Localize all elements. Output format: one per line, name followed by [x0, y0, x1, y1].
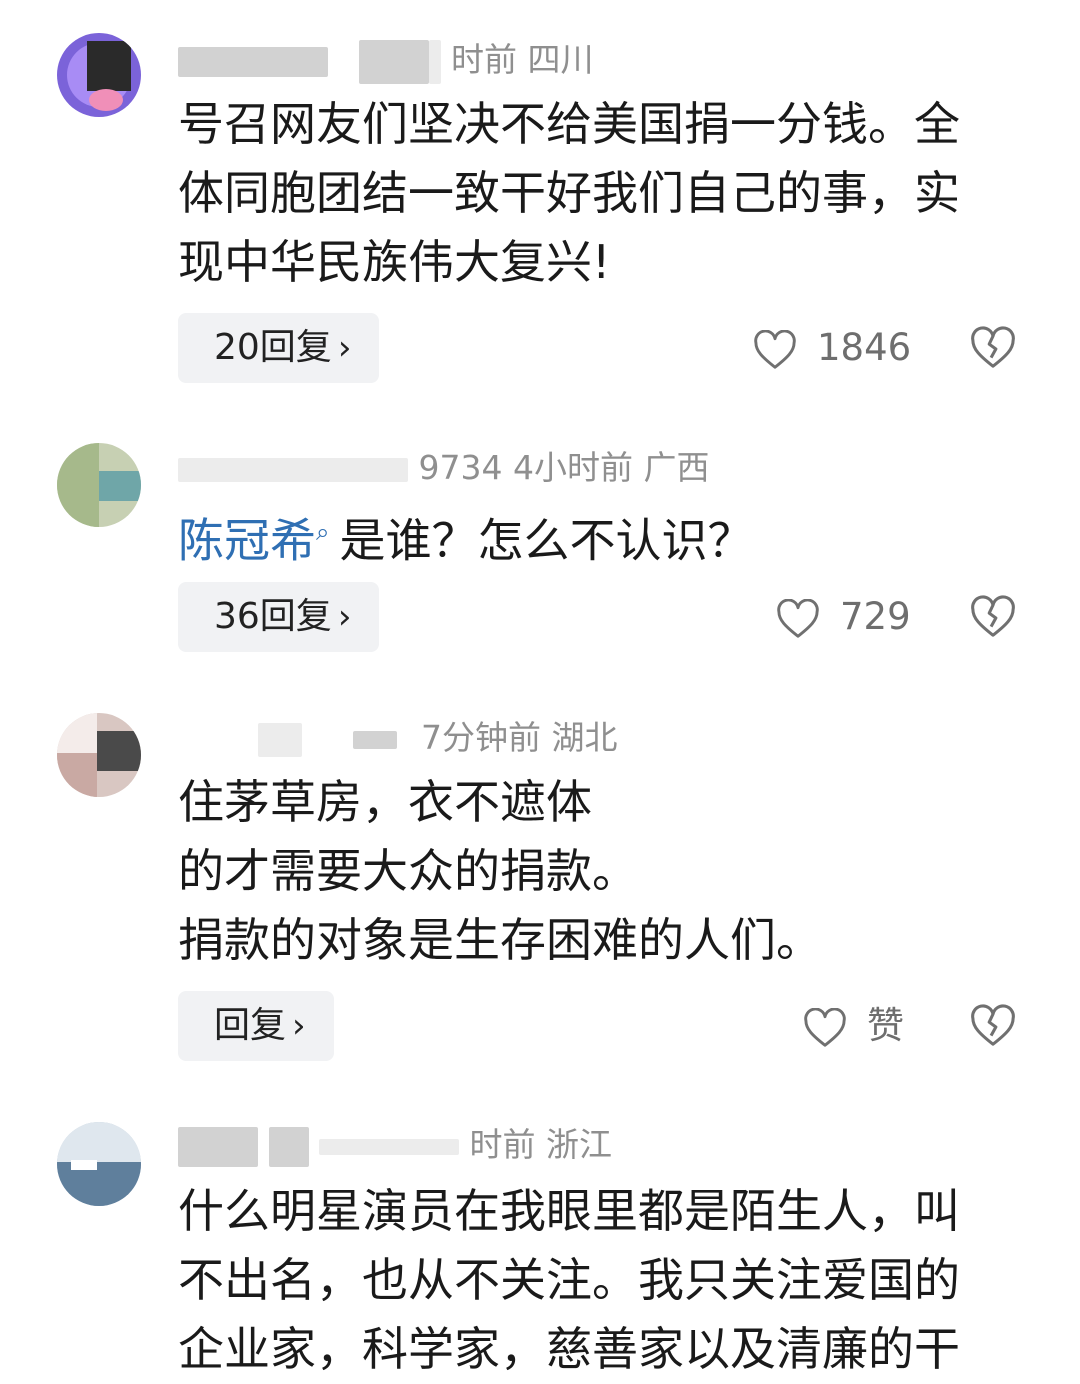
timestamp-location: 9734 4小时前 广西 — [418, 448, 710, 487]
username-redacted — [268, 1126, 309, 1167]
heart-icon — [777, 598, 819, 638]
username-redacted — [352, 730, 397, 749]
broken-heart-icon[interactable] — [970, 594, 1016, 640]
broken-heart-icon[interactable] — [970, 1003, 1016, 1049]
reply-button[interactable]: 回复 › — [178, 991, 334, 1061]
username-redacted — [178, 46, 328, 77]
timestamp-location: 时前 浙江 — [469, 1125, 613, 1164]
avatar[interactable] — [57, 443, 141, 527]
username-redacted — [178, 1126, 258, 1167]
comment-text: 什么明星演员在我眼里都是陌生人，叫 不出名，也从不关注。我只关注爱国的 企业家，… — [178, 1184, 960, 1376]
like-button[interactable]: 729 — [776, 587, 911, 647]
reply-button[interactable]: 20回复 › — [178, 313, 380, 383]
comment-text: 号召网友们坚决不给美国捐一分钱。全 体同胞团结一致干好我们自己的事，实 现中华民… — [178, 97, 960, 289]
username-redacted — [428, 39, 441, 84]
comment-meta: 7分钟前 湖北 — [178, 716, 618, 760]
heart-icon — [804, 1007, 846, 1047]
chevron-right-icon: › — [292, 1006, 306, 1046]
like-button[interactable]: 1846 — [753, 318, 911, 378]
comment-meta: 时前 浙江 — [178, 1123, 612, 1167]
heart-icon — [754, 329, 796, 369]
chevron-right-icon: › — [337, 328, 352, 368]
like-button[interactable]: 赞 — [803, 996, 904, 1056]
reply-button[interactable]: 36回复 › — [178, 582, 380, 652]
username-redacted — [319, 1138, 459, 1155]
comment-meta: 9734 4小时前 广西 — [178, 446, 709, 490]
avatar[interactable] — [57, 33, 141, 117]
like-count: 1846 — [817, 326, 912, 369]
timestamp-location: 7分钟前 湖北 — [421, 718, 618, 757]
like-count: 729 — [840, 595, 911, 638]
avatar[interactable] — [57, 713, 141, 797]
chevron-right-icon: › — [337, 597, 352, 637]
broken-heart-icon[interactable] — [970, 325, 1016, 371]
mention-link[interactable]: 陈冠希 — [178, 513, 316, 567]
username-redacted — [178, 457, 408, 482]
timestamp-location: 时前 四川 — [451, 40, 594, 79]
avatar[interactable] — [57, 1122, 141, 1206]
like-label: 赞 — [867, 1004, 904, 1047]
username-redacted — [258, 722, 302, 757]
comment-text: 住茅草房，衣不遮体 的才需要大众的捐款。 捐款的对象是生存困难的人们。 — [178, 775, 822, 967]
comment-text: 陈冠希⌕ 是谁？怎么不认识？ — [178, 513, 754, 568]
search-icon[interactable]: ⌕ — [316, 518, 329, 546]
comment-meta: 时前 四川 — [178, 38, 594, 84]
username-redacted — [358, 39, 429, 84]
